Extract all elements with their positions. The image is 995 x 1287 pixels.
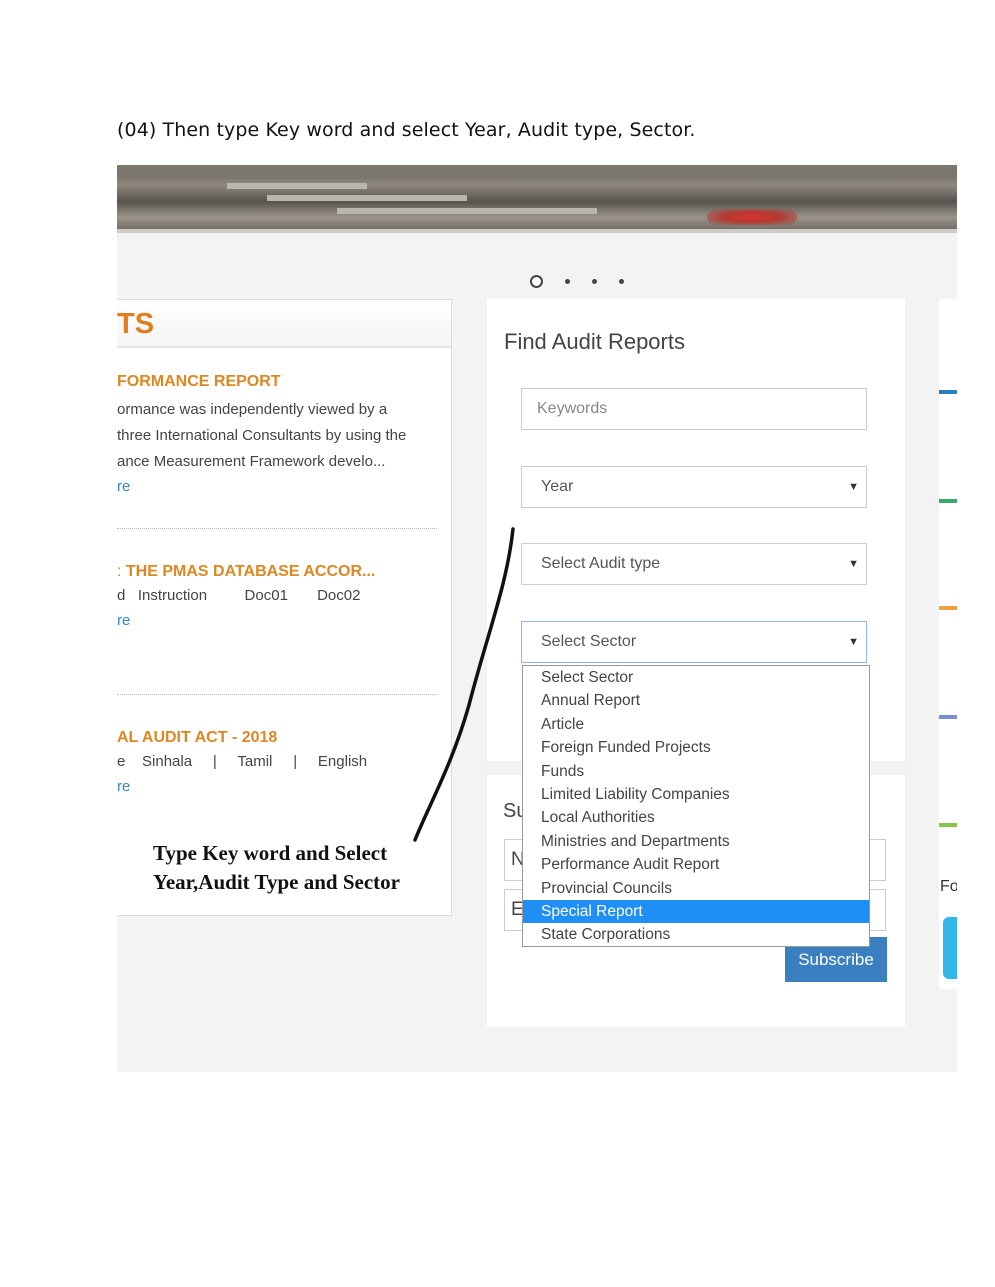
annotation-text: Type Key word and Select Year,Audit Type… [153,839,400,897]
instruction-text: (04) Then type Key word and select Year,… [117,119,696,141]
website-screenshot: TS FORMANCE REPORT ormance was independe… [117,165,957,1072]
annotation-line: Type Key word and Select [153,841,388,865]
annotation-line: Year,Audit Type and Sector [153,870,400,894]
annotation-pen-stroke [413,527,515,842]
